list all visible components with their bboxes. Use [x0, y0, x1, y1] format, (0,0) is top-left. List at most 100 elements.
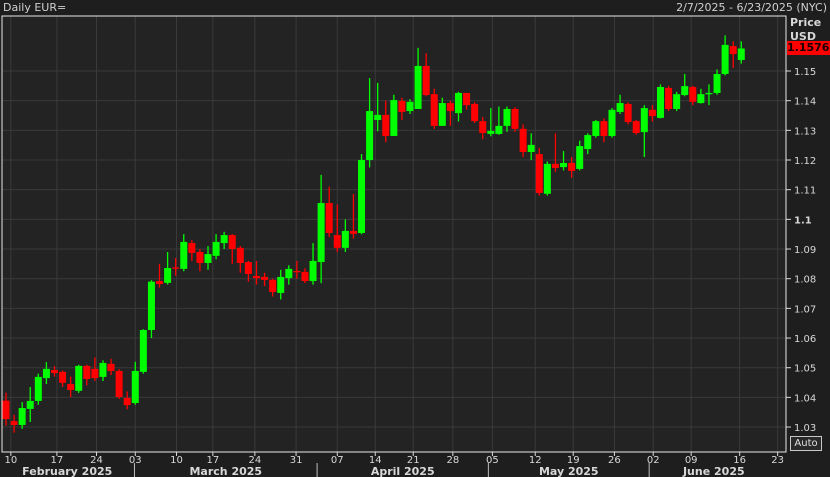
y-tick-label: 1.07	[794, 304, 816, 315]
candle-down	[188, 243, 196, 253]
candle-up	[640, 108, 648, 133]
x-tick-label: 31	[290, 455, 303, 466]
candle-up	[673, 94, 681, 109]
candle-up	[713, 73, 721, 93]
price-axis-label: Price	[790, 16, 822, 29]
candle-up	[576, 146, 584, 169]
candle-up	[277, 276, 285, 293]
candle-down	[689, 87, 697, 102]
candle-up	[406, 101, 414, 112]
candle-up	[414, 65, 422, 109]
y-tick-label: 1.04	[794, 393, 816, 404]
candle-up	[616, 103, 624, 112]
candle-down	[471, 103, 479, 122]
candle-up	[454, 92, 462, 114]
candle-up	[656, 87, 664, 118]
candle-up	[737, 48, 745, 61]
candle-up	[26, 400, 34, 409]
candle-down	[156, 281, 164, 285]
candle-down	[325, 203, 333, 233]
candle-up	[285, 268, 293, 279]
candle-up	[487, 130, 495, 134]
candle-down	[600, 121, 608, 136]
candle-up	[705, 92, 713, 95]
y-tick-label: 1.06	[794, 334, 816, 345]
candle-down	[301, 271, 309, 282]
candle-down	[632, 121, 640, 134]
candlestick-chart[interactable]: 1.03 1.04 1.05 1.06 1.07 1.08 1.09 1.1 1.11 1.12 1…	[0, 0, 830, 477]
candle-up	[560, 162, 568, 168]
candle-up	[99, 362, 107, 377]
candle-up	[374, 114, 382, 120]
candle-up	[495, 125, 503, 134]
candle-up	[503, 108, 511, 126]
month-label: May 2025	[539, 465, 599, 477]
candle-down	[624, 103, 632, 123]
y-axis: 1.03 1.04 1.05 1.06 1.07 1.08 1.09 1.1 1.11 1.12 1…	[786, 67, 816, 434]
y-tick-label: 1.09	[794, 245, 816, 256]
candle-down	[568, 162, 576, 171]
candle-up	[131, 370, 139, 404]
candle-down	[107, 363, 115, 371]
last-price-marker: 1.1576	[787, 41, 830, 55]
candle-down	[479, 121, 487, 134]
candle-down	[10, 421, 18, 425]
month-label: February 2025	[22, 465, 112, 477]
candle-down	[115, 370, 123, 398]
candle-up	[584, 135, 592, 150]
candle-down	[430, 94, 438, 126]
candle-down	[349, 230, 357, 234]
candle-down	[446, 103, 454, 112]
candle-up	[164, 268, 172, 283]
candle-up	[204, 254, 212, 263]
candle-up	[681, 86, 689, 96]
candle-down	[236, 247, 244, 263]
candle-up	[147, 281, 155, 331]
candle-down	[519, 128, 527, 152]
month-label: April 2025	[371, 465, 435, 477]
candle-down	[196, 251, 204, 263]
candle-up	[212, 241, 220, 256]
y-tick-label: 1.1	[794, 215, 812, 226]
candle-down	[535, 154, 543, 193]
candle-up	[139, 330, 147, 372]
candle-up	[34, 376, 42, 401]
candle-down	[123, 397, 131, 406]
candle-down	[91, 368, 99, 379]
candle-down	[59, 371, 67, 383]
candle-down	[67, 384, 75, 390]
x-tick-label: 07	[331, 455, 344, 466]
candle-up	[438, 103, 446, 126]
x-tick-label: 26	[608, 455, 621, 466]
x-tick-label: 10	[170, 455, 183, 466]
y-tick-label: 1.11	[794, 186, 816, 197]
candle-down	[252, 276, 260, 279]
candle-down	[333, 235, 341, 248]
x-tick-label: 28	[446, 455, 459, 466]
x-tick-label: 23	[771, 455, 784, 466]
candle-down	[422, 65, 430, 96]
candle-down	[244, 262, 252, 274]
auto-scale-button[interactable]: Auto	[790, 436, 822, 451]
candle-down	[382, 114, 390, 136]
y-tick-label: 1.15	[794, 67, 816, 78]
candle-down	[50, 370, 58, 374]
candle-up	[608, 109, 616, 136]
candle-up	[721, 44, 729, 74]
candle-down	[511, 108, 519, 129]
candle-up	[697, 94, 705, 104]
candle-up	[592, 121, 600, 136]
candle-up	[341, 230, 349, 248]
y-tick-label: 1.05	[794, 364, 816, 375]
candle-down	[293, 270, 301, 273]
candle-up	[180, 241, 188, 269]
candle-down	[261, 276, 269, 280]
candle-down	[83, 365, 91, 379]
y-tick-label: 1.13	[794, 126, 816, 137]
candle-up	[317, 203, 325, 263]
candle-down	[648, 109, 656, 117]
y-tick-label: 1.03	[794, 423, 816, 434]
candle-down	[551, 163, 559, 169]
candle-down	[269, 279, 277, 293]
candle-up	[18, 408, 26, 425]
